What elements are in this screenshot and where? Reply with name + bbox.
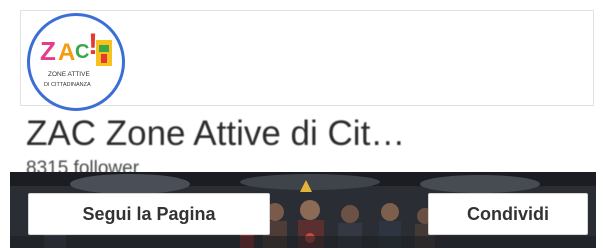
logo-letter-z: Z bbox=[40, 36, 56, 66]
logo-subtitle-2: DI CITTADINANZA bbox=[44, 82, 91, 88]
logo-subtitle-1: ZONE ATTIVE bbox=[48, 71, 90, 78]
page-title[interactable]: ZAC Zone Attive di Cit… bbox=[26, 112, 586, 156]
logo-letter-a: A bbox=[58, 39, 75, 66]
share-button[interactable]: Condividi bbox=[428, 193, 588, 235]
follow-page-button[interactable]: Segui la Pagina bbox=[28, 193, 270, 235]
page-avatar[interactable]: Z A C ! ZONE ATTIVE DI CITTADINANZA bbox=[27, 13, 125, 111]
zac-logo-icon: Z A C ! ZONE ATTIVE DI CITTADINANZA bbox=[40, 28, 112, 88]
